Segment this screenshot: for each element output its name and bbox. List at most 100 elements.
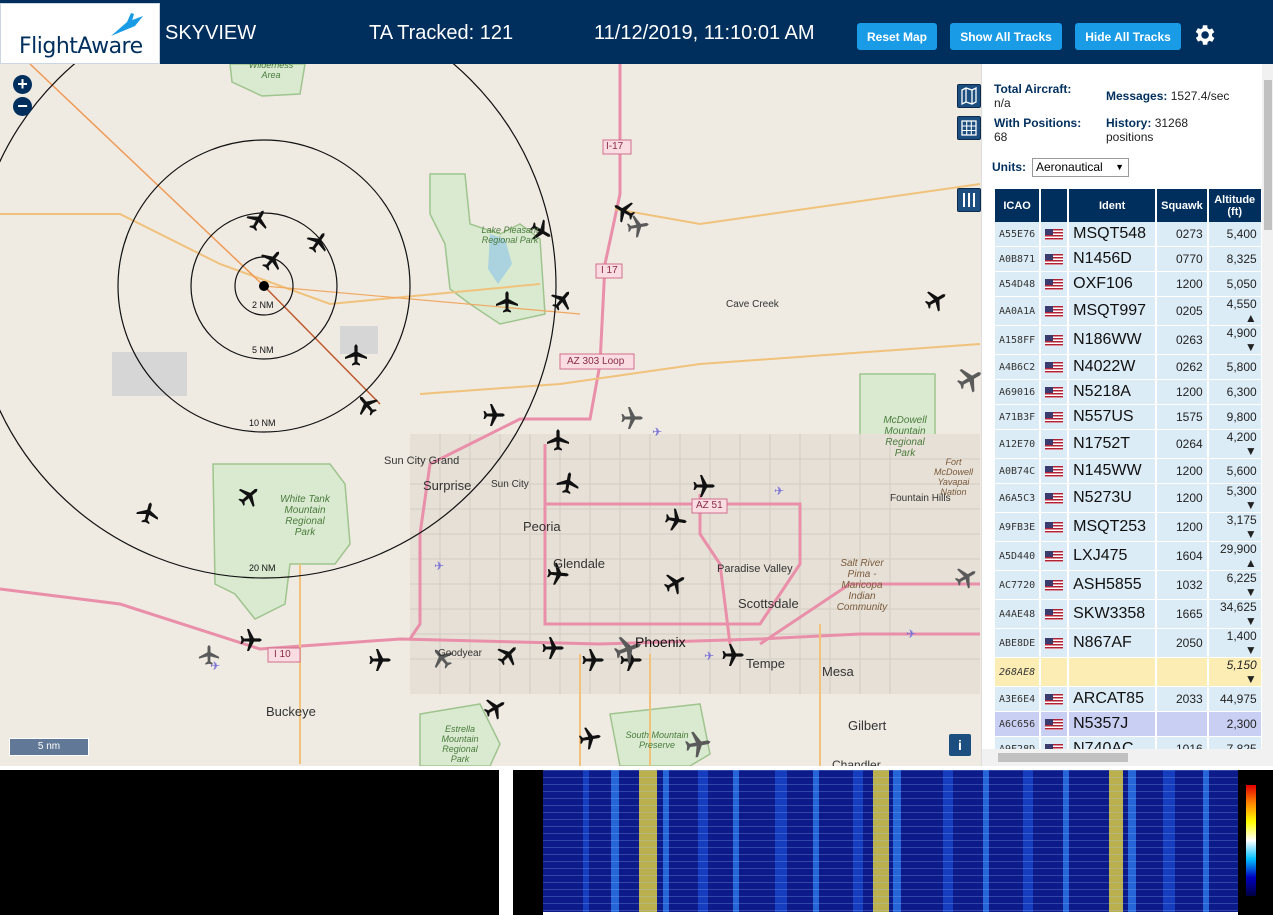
place-label: Scottsdale [738,596,799,611]
flightaware-logo[interactable]: FlightAware [0,3,160,64]
reset-map-button[interactable]: Reset Map [857,23,937,50]
us-flag-icon [1045,386,1064,398]
svg-text:✈: ✈ [652,425,662,439]
place-label: Paradise Valley [717,563,793,575]
road-label: AZ 303 Loop [567,356,625,367]
squawk-cell: 1200 [1157,484,1207,513]
units-select[interactable]: Aeronautical ▼ [1032,158,1129,177]
svg-text:✈: ✈ [774,484,784,498]
place-label: Cave Creek [726,299,779,310]
icao-cell: A69016 [995,380,1040,405]
table-row[interactable]: A55E76 MSQT548 0273 5,400 [995,222,1261,247]
table-row[interactable]: ABE8DE N867AF 2050 1,400 ▼ [995,629,1261,658]
column-header-squawk[interactable]: Squawk [1157,189,1207,222]
column-header-altitude[interactable]: Altitude (ft) [1208,189,1261,222]
top-bar: FlightAware SKYVIEW TA Tracked: 121 11/1… [0,0,1273,64]
ident-cell: N5273U [1069,484,1156,513]
squawk-cell: 1200 [1157,380,1207,405]
table-row[interactable]: A4B6C2 N4022W 0262 5,800 [995,355,1261,380]
flag-cell [1041,326,1068,355]
table-row[interactable]: AC7720 ASH5855 1032 6,225 ▼ [995,571,1261,600]
altitude-cell: 4,900 ▼ [1208,326,1261,355]
column-header-flag [1041,189,1068,222]
park-label: Estrella Mountain Regional Park [441,724,479,764]
table-row[interactable]: A71B3F N557US 1575 9,800 [995,405,1261,430]
table-row[interactable]: A5D440 LXJ475 1604 29,900 ▲ [995,542,1261,571]
altitude-cell: 44,975 [1208,687,1261,712]
table-row[interactable]: 268AE8 5,150 ▼ [995,658,1261,687]
map-view[interactable]: ✈ ✈ ✈ ✈ ✈ ✈ 2 NM 5 NM 10 NM 20 NM I-17 I 17 … [0,64,981,766]
ident-cell: N867AF [1069,629,1156,658]
flag-cell [1041,380,1068,405]
flag-cell [1041,484,1068,513]
table-row[interactable]: A9FB3E MSQT253 1200 3,175 ▼ [995,513,1261,542]
ident-cell: ARCAT85 [1069,687,1156,712]
us-flag-icon [1045,411,1064,423]
toggle-sidebar-icon[interactable] [957,188,981,212]
scrollbar-thumb[interactable] [1264,80,1272,230]
vertical-scrollbar[interactable] [1262,64,1273,766]
column-header-icao[interactable]: ICAO [995,189,1040,222]
ident-cell: N4022W [1069,355,1156,380]
place-label: Sun City Grand [384,455,460,467]
squawk-cell: 1665 [1157,600,1207,629]
total-aircraft: Total Aircraft: n/a [994,82,1094,110]
zoom-in-button[interactable]: + [13,75,32,94]
park-label: Fort McDowell Yavapai Nation [933,457,973,497]
road-label: I 10 [274,649,291,660]
icao-cell: A12E70 [995,430,1040,459]
zoom-out-button[interactable]: − [13,97,32,116]
show-all-tracks-button[interactable]: Show All Tracks [950,23,1062,50]
ident-cell: ASH5855 [1069,571,1156,600]
horizontal-scrollbar[interactable] [982,749,1262,766]
park-label: Wilderness Area [248,64,294,80]
altitude-cell: 2,300 [1208,712,1261,737]
with-positions: With Positions: 68 [994,116,1104,144]
range-label-20nm: 20 NM [249,563,276,573]
icao-cell: A3E6E4 [995,687,1040,712]
ident-cell: N557US [1069,405,1156,430]
history-unit: positions [1106,130,1154,144]
total-aircraft-value: n/a [994,96,1011,110]
app-name: SKYVIEW [165,22,257,44]
table-row[interactable]: A12E70 N1752T 0264 4,200 ▼ [995,430,1261,459]
icao-cell: A0B871 [995,247,1040,272]
svg-text:✈: ✈ [906,627,916,641]
altitude-cell: 4,550 ▲ [1208,297,1261,326]
color-scale-bar [1246,785,1256,896]
history-value: 31268 [1154,116,1189,130]
icao-cell: AC7720 [995,571,1040,600]
map-layers-icon[interactable] [957,84,981,108]
place-label: Chandler [832,758,881,766]
grid-icon[interactable] [957,116,981,140]
table-row[interactable]: A4AE48 SKW3358 1665 34,625 ▼ [995,600,1261,629]
ident-cell [1069,658,1156,687]
ident-cell: MSQT997 [1069,297,1156,326]
flag-cell [1041,658,1068,687]
us-flag-icon [1045,521,1064,533]
table-row[interactable]: A69016 N5218A 1200 6,300 [995,380,1261,405]
squawk-cell: 2033 [1157,687,1207,712]
ident-cell: N145WW [1069,459,1156,484]
table-row[interactable]: A6C656 N5357J 2,300 [995,712,1261,737]
scrollbar-thumb[interactable] [998,753,1128,762]
info-button[interactable]: i [949,734,971,756]
hide-all-tracks-button[interactable]: Hide All Tracks [1075,23,1181,50]
table-row[interactable]: A54D48 OXF106 1200 5,050 [995,272,1261,297]
gear-icon[interactable] [1191,22,1217,48]
table-row[interactable]: A158FF N186WW 0263 4,900 ▼ [995,326,1261,355]
messages-label: Messages: [1106,89,1168,103]
altitude-cell: 34,625 ▼ [1208,600,1261,629]
table-row[interactable]: AA0A1A MSQT997 0205 4,550 ▲ [995,297,1261,326]
squawk-cell: 1604 [1157,542,1207,571]
icao-cell: A54D48 [995,272,1040,297]
us-flag-icon [1045,693,1064,705]
table-row[interactable]: A0B74C N145WW 1200 5,600 [995,459,1261,484]
table-row[interactable]: A6A5C3 N5273U 1200 5,300 ▼ [995,484,1261,513]
flag-cell [1041,687,1068,712]
squawk-cell [1157,712,1207,737]
table-row[interactable]: A0B871 N1456D 0770 8,325 [995,247,1261,272]
column-header-ident[interactable]: Ident [1069,189,1156,222]
place-label: Goodyear [438,648,482,659]
table-row[interactable]: A3E6E4 ARCAT85 2033 44,975 [995,687,1261,712]
